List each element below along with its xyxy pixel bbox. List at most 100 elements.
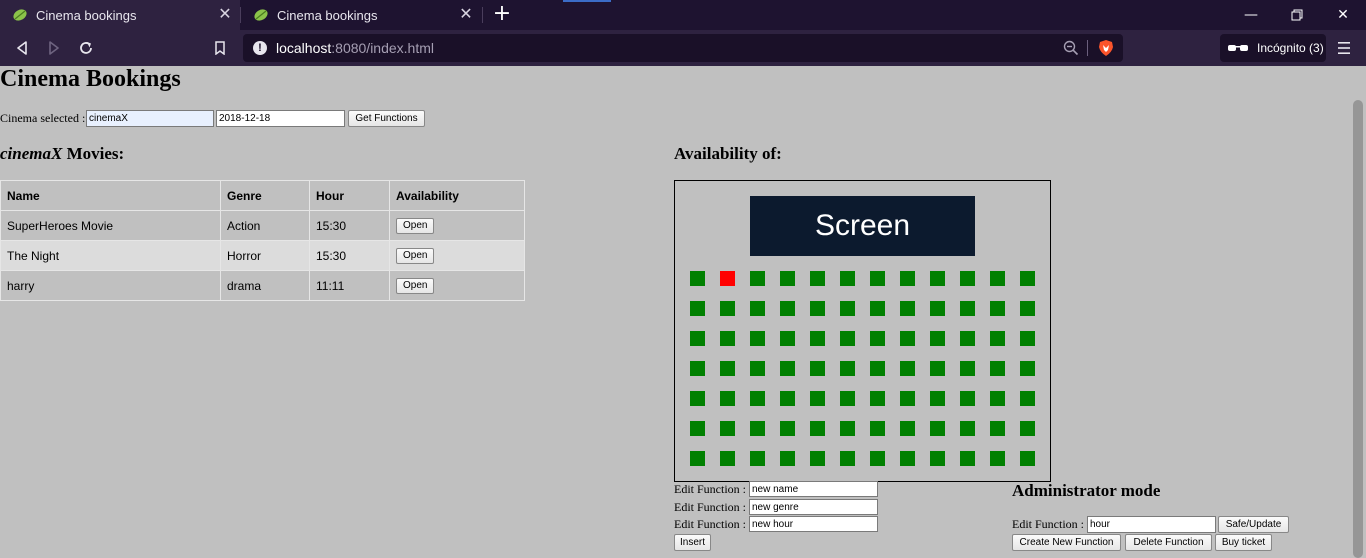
- zoom-icon[interactable]: [1063, 40, 1079, 56]
- page-scrollbar[interactable]: [1350, 66, 1366, 558]
- seat-available[interactable]: [720, 331, 735, 346]
- seat-available[interactable]: [840, 361, 855, 376]
- delete-function-button[interactable]: Delete Function: [1125, 534, 1212, 551]
- new-tab-button[interactable]: +: [490, 3, 514, 27]
- seat-available[interactable]: [1020, 361, 1035, 376]
- admin-hour-input[interactable]: [1087, 516, 1216, 533]
- reload-icon[interactable]: [76, 38, 96, 58]
- seat-available[interactable]: [990, 301, 1005, 316]
- seat-available[interactable]: [990, 421, 1005, 436]
- seat-available[interactable]: [990, 361, 1005, 376]
- seat-available[interactable]: [930, 361, 945, 376]
- seat-available[interactable]: [900, 451, 915, 466]
- seat-available[interactable]: [900, 271, 915, 286]
- seat-available[interactable]: [750, 271, 765, 286]
- seat-available[interactable]: [780, 361, 795, 376]
- seat-available[interactable]: [900, 331, 915, 346]
- seat-available[interactable]: [1020, 451, 1035, 466]
- open-availability-button[interactable]: Open: [396, 277, 435, 294]
- seat-available[interactable]: [780, 301, 795, 316]
- seat-available[interactable]: [810, 271, 825, 286]
- new-name-input[interactable]: [749, 481, 878, 497]
- seat-available[interactable]: [810, 421, 825, 436]
- seat-available[interactable]: [870, 331, 885, 346]
- seat-available[interactable]: [1020, 331, 1035, 346]
- seat-available[interactable]: [870, 391, 885, 406]
- seat-available[interactable]: [990, 331, 1005, 346]
- new-genre-input[interactable]: [749, 499, 878, 515]
- seat-available[interactable]: [690, 331, 705, 346]
- seat-available[interactable]: [900, 361, 915, 376]
- seat-available[interactable]: [960, 331, 975, 346]
- seat-available[interactable]: [870, 361, 885, 376]
- seat-available[interactable]: [750, 391, 765, 406]
- seat-available[interactable]: [840, 301, 855, 316]
- seat-available[interactable]: [990, 271, 1005, 286]
- seat-available[interactable]: [810, 301, 825, 316]
- seat-available[interactable]: [810, 361, 825, 376]
- seat-available[interactable]: [990, 451, 1005, 466]
- brave-shield-icon[interactable]: [1097, 39, 1115, 57]
- menu-icon[interactable]: [1336, 39, 1352, 57]
- seat-available[interactable]: [900, 301, 915, 316]
- open-availability-button[interactable]: Open: [396, 247, 435, 264]
- seat-available[interactable]: [690, 271, 705, 286]
- seat-available[interactable]: [960, 361, 975, 376]
- seat-available[interactable]: [720, 391, 735, 406]
- seat-available[interactable]: [780, 451, 795, 466]
- seat-available[interactable]: [750, 421, 765, 436]
- seat-available[interactable]: [780, 391, 795, 406]
- seat-available[interactable]: [960, 451, 975, 466]
- seat-available[interactable]: [1020, 301, 1035, 316]
- seat-available[interactable]: [870, 301, 885, 316]
- tab-cinema-bookings-1[interactable]: Cinema bookings ✕: [0, 0, 240, 30]
- date-input[interactable]: [216, 110, 345, 127]
- seat-available[interactable]: [720, 361, 735, 376]
- seat-available[interactable]: [840, 421, 855, 436]
- url-text[interactable]: localhost:8080/index.html: [276, 40, 434, 56]
- tab-cinema-bookings-2[interactable]: Cinema bookings ✕: [241, 0, 481, 30]
- seat-available[interactable]: [930, 391, 945, 406]
- scrollbar-thumb[interactable]: [1353, 100, 1363, 558]
- seat-available[interactable]: [1020, 271, 1035, 286]
- buy-ticket-button[interactable]: Buy ticket: [1215, 534, 1272, 551]
- insert-button[interactable]: Insert: [674, 534, 711, 551]
- seat-available[interactable]: [810, 331, 825, 346]
- forward-icon[interactable]: [44, 38, 64, 58]
- seat-available[interactable]: [780, 331, 795, 346]
- seat-available[interactable]: [810, 451, 825, 466]
- cinema-input[interactable]: [86, 110, 214, 127]
- incognito-indicator[interactable]: Incógnito (3): [1220, 34, 1326, 62]
- seat-available[interactable]: [960, 421, 975, 436]
- seat-available[interactable]: [690, 301, 705, 316]
- seat-available[interactable]: [960, 271, 975, 286]
- seat-available[interactable]: [930, 451, 945, 466]
- seat-available[interactable]: [1020, 391, 1035, 406]
- seat-available[interactable]: [870, 271, 885, 286]
- seat-available[interactable]: [720, 421, 735, 436]
- site-info-icon[interactable]: !: [253, 41, 267, 55]
- seat-available[interactable]: [840, 451, 855, 466]
- bookmark-icon[interactable]: [210, 38, 230, 58]
- seat-available[interactable]: [810, 391, 825, 406]
- close-tab-icon[interactable]: ✕: [216, 6, 234, 24]
- seat-available[interactable]: [690, 421, 705, 436]
- seat-taken[interactable]: [720, 271, 735, 286]
- seat-available[interactable]: [870, 421, 885, 436]
- seat-available[interactable]: [750, 331, 765, 346]
- seat-available[interactable]: [720, 451, 735, 466]
- seat-available[interactable]: [780, 421, 795, 436]
- seat-available[interactable]: [930, 301, 945, 316]
- seat-available[interactable]: [990, 391, 1005, 406]
- seat-available[interactable]: [690, 451, 705, 466]
- close-window-icon[interactable]: ✕: [1320, 0, 1366, 30]
- create-new-function-button[interactable]: Create New Function: [1012, 534, 1121, 551]
- seat-available[interactable]: [840, 331, 855, 346]
- seat-available[interactable]: [900, 391, 915, 406]
- seat-available[interactable]: [1020, 421, 1035, 436]
- seat-available[interactable]: [840, 271, 855, 286]
- minimize-icon[interactable]: —: [1228, 0, 1274, 30]
- open-availability-button[interactable]: Open: [396, 217, 435, 234]
- seat-available[interactable]: [930, 271, 945, 286]
- seat-available[interactable]: [750, 451, 765, 466]
